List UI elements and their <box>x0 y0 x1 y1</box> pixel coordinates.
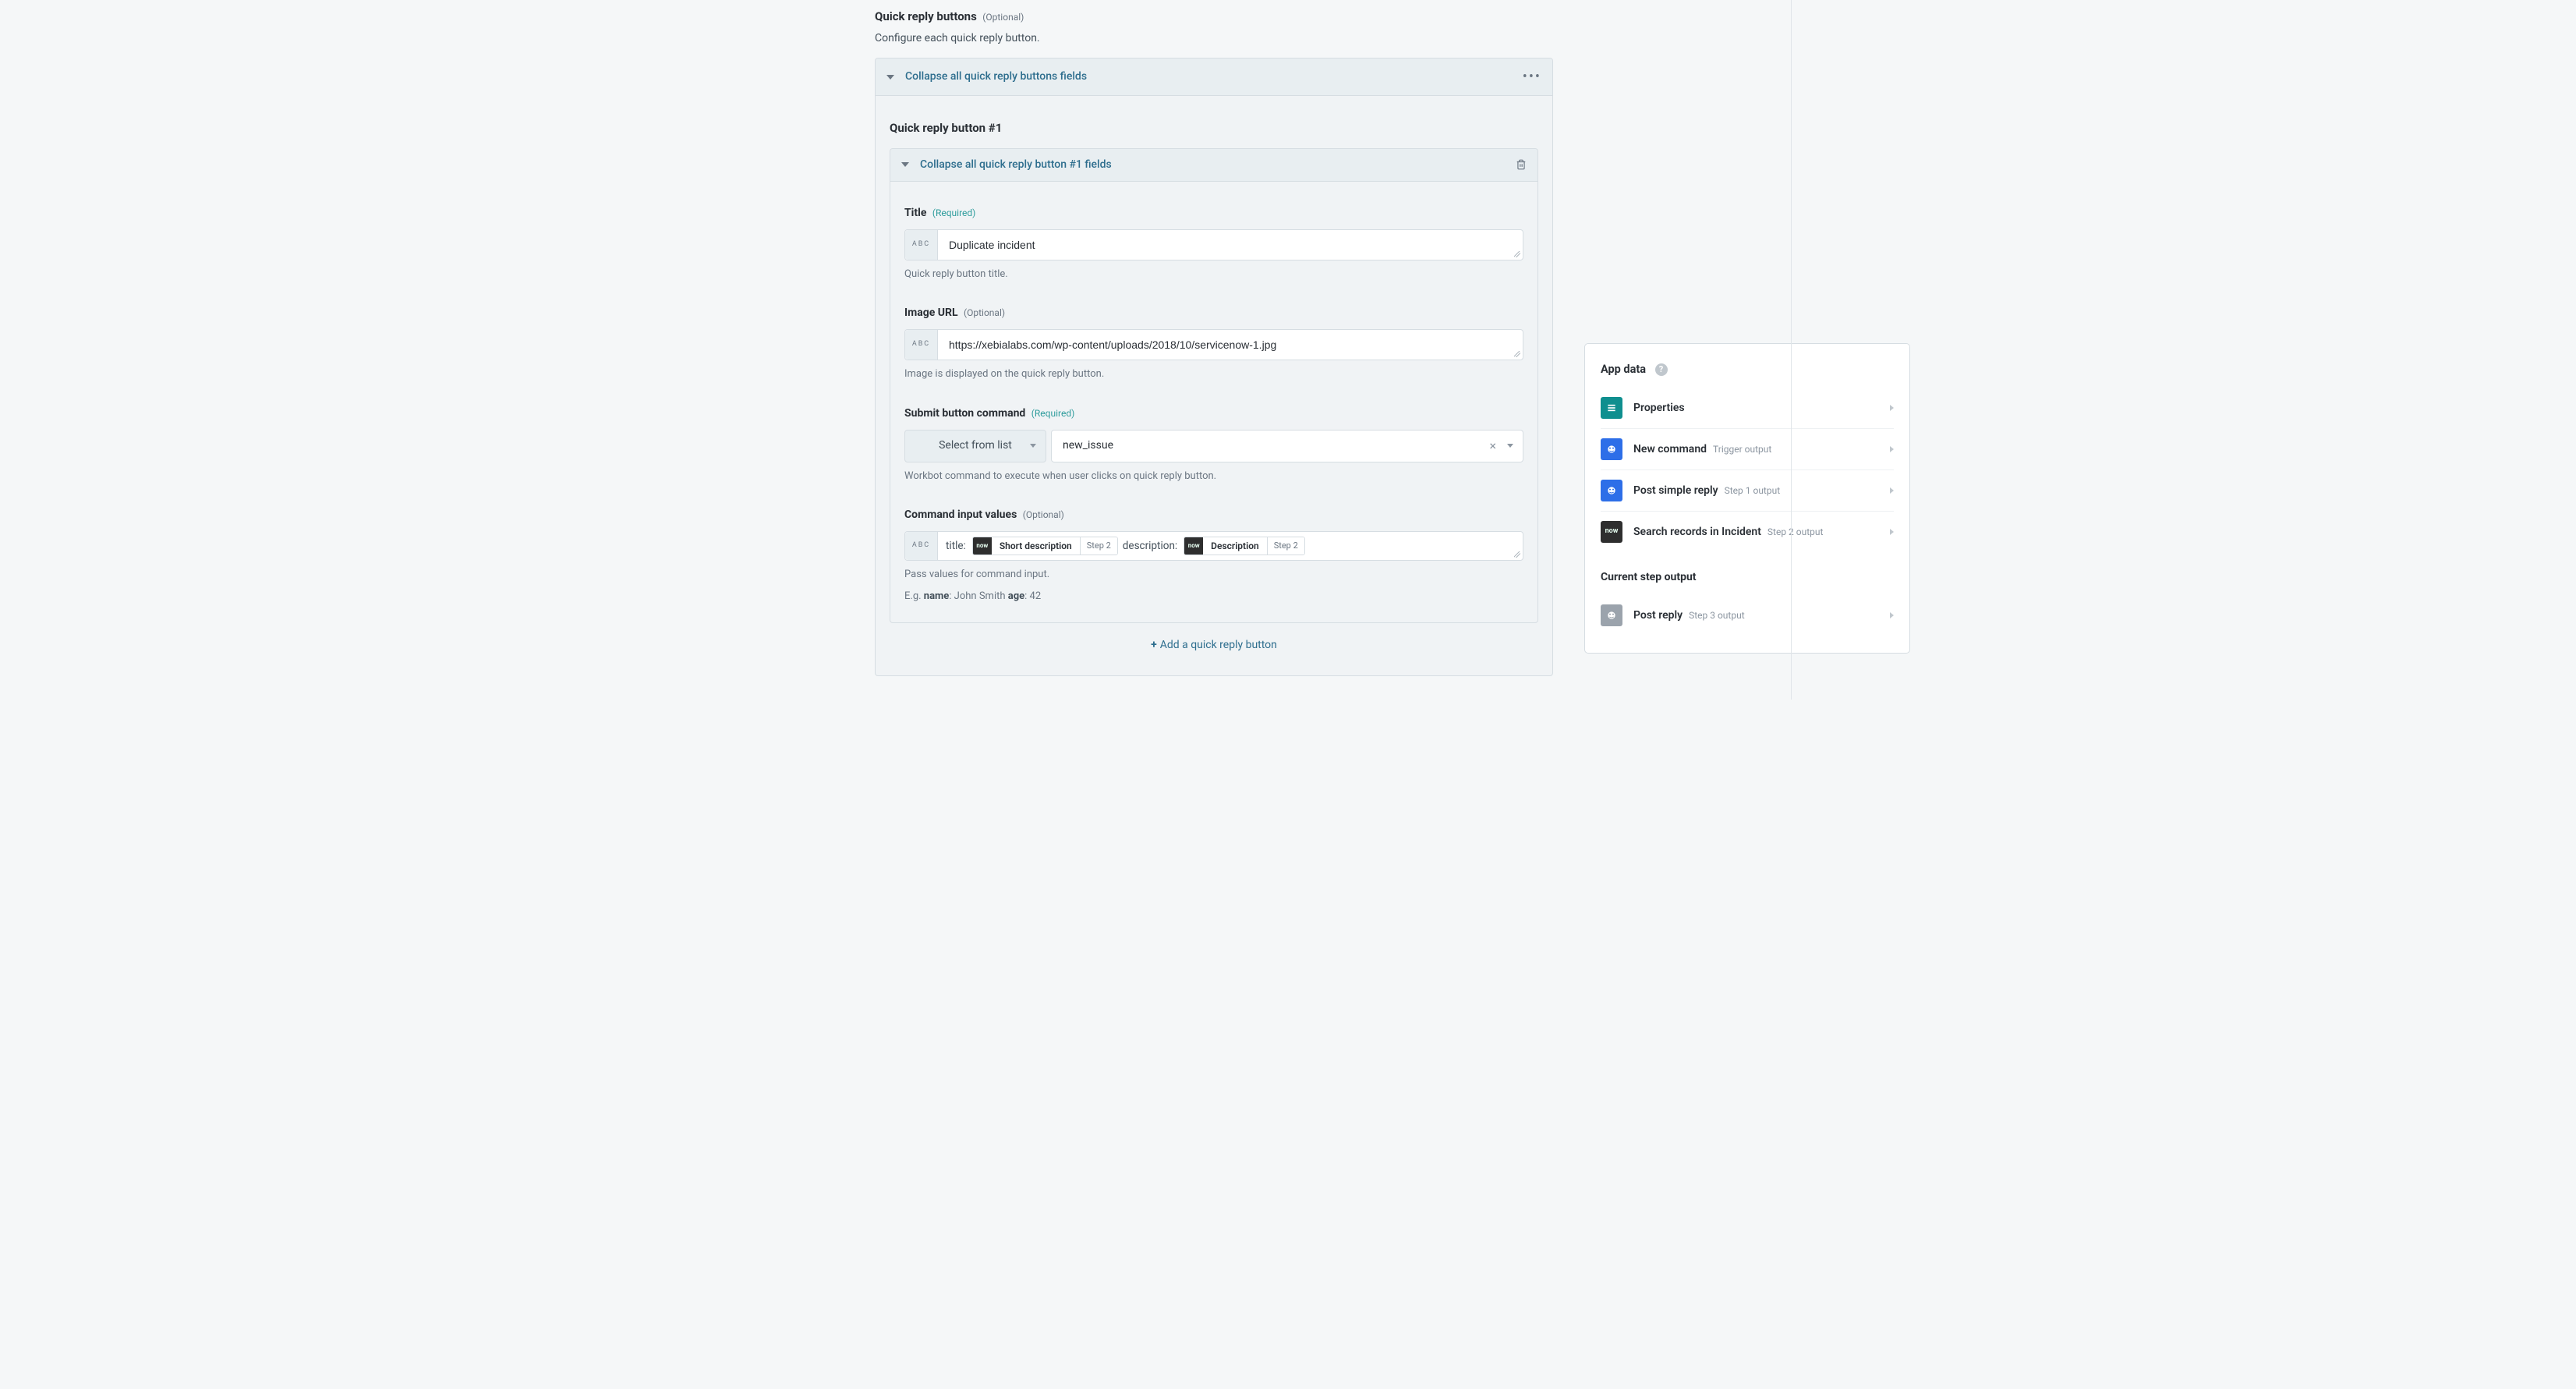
title-input[interactable] <box>938 230 1523 260</box>
select-from-list-label: Select from list <box>939 438 1012 454</box>
chevron-right-icon <box>1890 487 1894 494</box>
app-data-list: Properties New command Trigger output <box>1601 388 1894 552</box>
collapse-button-1-bar[interactable]: Collapse all quick reply button #1 field… <box>890 149 1537 182</box>
chevron-down-icon <box>886 75 894 80</box>
help-icon[interactable]: ? <box>1655 363 1668 376</box>
vertical-divider <box>1791 0 1792 700</box>
command-input-helper-1: Pass values for command input. <box>904 567 1523 583</box>
image-url-optional-badge: (Optional) <box>964 307 1005 318</box>
submit-command-label: Submit button command <box>904 406 1025 422</box>
command-input-helper-2: E.g. name: John Smith age: 42 <box>904 589 1523 604</box>
chevron-right-icon <box>1890 612 1894 618</box>
app-row-new-command[interactable]: New command Trigger output <box>1601 429 1894 470</box>
image-url-label: Image URL <box>904 305 958 321</box>
app-row-search-records[interactable]: now Search records in Incident Step 2 ou… <box>1601 512 1894 552</box>
chevron-down-icon <box>901 162 909 167</box>
pill-text: Short description <box>992 537 1081 555</box>
abc-prefix-icon: ABC <box>905 230 938 260</box>
section-badge: (Optional) <box>982 12 1024 23</box>
delete-icon[interactable] <box>1516 159 1527 170</box>
command-input-wrap[interactable]: ABC title: now Short description Step 2 … <box>904 531 1523 561</box>
app-row-meta: Step 1 output <box>1725 484 1781 498</box>
command-value-text: new_issue <box>1063 438 1113 454</box>
image-url-input-wrap: ABC <box>904 329 1523 360</box>
command-value-select[interactable]: new_issue × <box>1051 430 1523 462</box>
title-helper: Quick reply button title. <box>904 267 1523 282</box>
workbot-icon <box>1601 480 1622 501</box>
chevron-down-icon <box>1507 444 1513 448</box>
app-row-label: Post reply <box>1633 608 1683 624</box>
image-url-input[interactable] <box>938 330 1523 360</box>
command-input-label: Command input values <box>904 507 1017 523</box>
app-row-label: New command <box>1633 441 1707 458</box>
command-input-optional-badge: (Optional) <box>1023 509 1064 520</box>
title-field: Title (Required) ABC Quick reply button … <box>904 205 1523 282</box>
collapse-all-buttons-bar[interactable]: Collapse all quick reply buttons fields … <box>876 58 1552 96</box>
pill-short-description[interactable]: now Short description Step 2 <box>972 537 1118 555</box>
kv-key-title: title: <box>946 538 966 554</box>
app-row-post-reply[interactable]: Post reply Step 3 output <box>1601 595 1894 636</box>
chevron-right-icon <box>1890 405 1894 411</box>
resize-handle-icon[interactable] <box>1514 251 1520 257</box>
button-1-panel: Collapse all quick reply button #1 field… <box>890 148 1538 624</box>
section-title: Quick reply buttons <box>875 8 977 26</box>
app-row-label: Search records in Incident <box>1633 524 1761 540</box>
quick-reply-buttons-panel: Collapse all quick reply buttons fields … <box>875 58 1553 676</box>
section-header: Quick reply buttons (Optional) Configure… <box>875 8 1553 47</box>
command-input-values-field: Command input values (Optional) ABC titl… <box>904 507 1523 604</box>
app-row-properties[interactable]: Properties <box>1601 388 1894 429</box>
app-data-heading: App data <box>1601 361 1646 378</box>
pill-step: Step 2 <box>1081 537 1117 555</box>
title-input-wrap: ABC <box>904 229 1523 260</box>
resize-handle-icon[interactable] <box>1514 351 1520 357</box>
app-row-label: Properties <box>1633 400 1685 416</box>
kv-key-description: description: <box>1123 538 1177 554</box>
chevron-down-icon <box>1030 444 1036 448</box>
plus-icon: + <box>1151 639 1157 651</box>
app-row-label: Post simple reply <box>1633 483 1718 499</box>
servicenow-icon: now <box>973 537 992 555</box>
workbot-icon <box>1601 604 1622 626</box>
title-required-badge: (Required) <box>932 207 975 218</box>
collapse-button-1-label: Collapse all quick reply button #1 field… <box>920 157 1516 173</box>
title-label: Title <box>904 205 926 221</box>
more-options-icon[interactable]: ••• <box>1523 66 1541 87</box>
pill-text: Description <box>1203 537 1268 555</box>
app-row-meta: Trigger output <box>1713 442 1771 456</box>
app-data-panel: App data ? Properties New command T <box>1584 343 1910 654</box>
app-row-post-simple-reply[interactable]: Post simple reply Step 1 output <box>1601 470 1894 512</box>
abc-prefix-icon: ABC <box>905 330 938 360</box>
servicenow-icon: now <box>1601 521 1622 543</box>
abc-prefix-icon: ABC <box>905 532 938 560</box>
select-from-list-dropdown[interactable]: Select from list <box>904 430 1046 462</box>
pill-description[interactable]: now Description Step 2 <box>1184 537 1305 555</box>
submit-command-required-badge: (Required) <box>1031 408 1074 419</box>
resize-handle-icon[interactable] <box>1514 551 1520 558</box>
servicenow-icon: now <box>1184 537 1203 555</box>
chevron-right-icon <box>1890 529 1894 535</box>
submit-command-field: Submit button command (Required) Select … <box>904 406 1523 484</box>
add-quick-reply-button[interactable]: +Add a quick reply button <box>890 623 1538 657</box>
submit-command-helper: Workbot command to execute when user cli… <box>904 469 1523 484</box>
app-row-meta: Step 2 output <box>1767 525 1824 539</box>
properties-icon <box>1601 397 1622 419</box>
app-row-meta: Step 3 output <box>1689 608 1745 622</box>
image-url-field: Image URL (Optional) ABC Image is displa… <box>904 305 1523 382</box>
current-step-list: Post reply Step 3 output <box>1601 595 1894 636</box>
workbot-icon <box>1601 438 1622 460</box>
pill-step: Step 2 <box>1268 537 1304 555</box>
section-subtitle: Configure each quick reply button. <box>875 30 1553 47</box>
image-url-helper: Image is displayed on the quick reply bu… <box>904 367 1523 382</box>
current-step-heading: Current step output <box>1601 569 1894 586</box>
clear-icon[interactable]: × <box>1489 437 1496 455</box>
collapse-all-label: Collapse all quick reply buttons fields <box>905 69 1523 85</box>
command-input-pill-area[interactable]: title: now Short description Step 2 desc… <box>938 532 1523 560</box>
chevron-right-icon <box>1890 446 1894 452</box>
button-item-heading: Quick reply button #1 <box>890 119 1538 137</box>
